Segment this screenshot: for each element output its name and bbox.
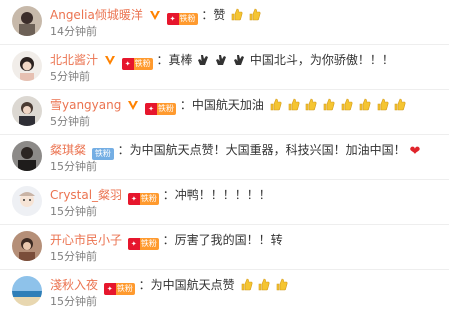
fan-badge: 铁粉 xyxy=(91,148,114,160)
thumbs-up-icon xyxy=(377,98,389,111)
fan-badge: ✦ 铁粉 xyxy=(166,13,198,25)
fan-badge: ✦ 铁粉 xyxy=(145,103,177,115)
username-link[interactable]: 雪yangyang xyxy=(50,98,121,112)
comment-item: 开心市民小子 ✦ 铁粉 ：厉害了我的国！！转 15分钟前 xyxy=(0,225,449,270)
comment-list: Angelia倾城暖洋 ✦铁粉 ：赞 14分钟前 北北酱汁 ✦铁粉 ：真棒 xyxy=(0,0,449,323)
username-link[interactable]: 淺秋入夜 xyxy=(50,278,98,292)
verified-v-icon xyxy=(149,11,160,20)
comment-text: ：赞 xyxy=(201,8,226,22)
comment-text: ：真棒 xyxy=(156,53,193,67)
thumbs-up-icon xyxy=(276,278,288,291)
verified-v-icon xyxy=(128,101,139,110)
username-link[interactable]: 粲琪粲 xyxy=(50,143,86,157)
thumbs-up-icon xyxy=(259,278,270,291)
verified-v-icon xyxy=(104,56,115,65)
username-link[interactable]: 北北酱汁 xyxy=(50,53,98,67)
fan-badge: ✦ 铁粉 xyxy=(127,193,159,205)
timestamp: 15分钟前 xyxy=(50,295,97,308)
comment-item: 淺秋入夜 ✦ 铁粉 ：为中国航天点赞 15分钟前 xyxy=(0,270,449,315)
comment-text: ：为中国航天点赞！大国重器，科技兴国！加油中国！ xyxy=(117,143,406,157)
badge-label: 铁粉 xyxy=(116,284,133,293)
timestamp: 5分钟前 xyxy=(50,115,90,128)
comment-text: ：中国航天加油 xyxy=(179,98,264,112)
avatar[interactable] xyxy=(12,186,42,216)
avatar[interactable] xyxy=(12,231,42,261)
comment-item: Crystal_粲羽 ✦ 铁粉 ：冲鸭！！！！！！ 15分钟前 xyxy=(0,180,449,225)
comment-item: Angelia倾城暖洋 ✦ 铁粉 ：赞 14分钟前 xyxy=(0,0,449,45)
comment-text: ：为中国航天点赞 xyxy=(138,278,235,292)
badge-level-icon: ✦ xyxy=(166,13,179,25)
thumbs-up-icon xyxy=(306,98,317,111)
badge-label: 铁粉 xyxy=(94,149,111,158)
badge-label: 铁粉 xyxy=(179,14,196,23)
thumbs-up-icon xyxy=(288,98,299,111)
comment-item: 北北酱汁 ✦ 铁粉 ：真棒 中国北斗，为你骄傲！！！ 5分钟前 xyxy=(0,45,449,90)
comment-text: ：冲鸭！！！！！！ xyxy=(162,188,271,202)
clap-icon xyxy=(234,55,244,65)
badge-label: 铁粉 xyxy=(134,59,151,68)
badge-label: 铁粉 xyxy=(158,104,175,113)
thumbs-up-icon xyxy=(341,98,353,111)
comment-text: ：厉害了我的国！！转 xyxy=(162,233,283,247)
badge-level-icon: ✦ xyxy=(103,283,116,295)
avatar[interactable] xyxy=(12,141,42,171)
fan-badge: ✦ 铁粉 xyxy=(121,58,153,70)
timestamp: 15分钟前 xyxy=(50,160,97,173)
emoji-group xyxy=(196,53,249,67)
badge-level-icon: ✦ xyxy=(145,103,158,115)
username-link[interactable]: 开心市民小子 xyxy=(50,233,122,247)
timestamp: 5分钟前 xyxy=(50,70,90,83)
timestamp: 15分钟前 xyxy=(50,250,97,263)
thumbs-up-icon xyxy=(241,278,252,291)
emoji-group xyxy=(239,278,289,292)
heart-icon: ❤ xyxy=(409,144,421,159)
thumbs-up-icon xyxy=(270,98,282,111)
emoji-group xyxy=(229,8,261,22)
clap-icon xyxy=(198,55,209,65)
comment-item: 粲琪粲 铁粉 ：为中国航天点赞！大国重器，科技兴国！加油中国！ ❤ 15分钟前 xyxy=(0,135,449,180)
thumbs-up-icon xyxy=(359,98,371,111)
avatar[interactable] xyxy=(12,51,42,81)
fan-badge: ✦ 铁粉 xyxy=(127,238,159,250)
thumbs-up-icon xyxy=(395,98,406,111)
thumbs-up-icon xyxy=(249,8,261,21)
clap-icon xyxy=(216,55,227,65)
username-link[interactable]: Crystal_粲羽 xyxy=(50,188,122,202)
thumbs-up-icon xyxy=(231,8,243,21)
thumbs-up-icon xyxy=(323,98,335,111)
badge-level-icon: ✦ xyxy=(127,193,140,205)
avatar[interactable] xyxy=(12,6,42,36)
username-link[interactable]: Angelia倾城暖洋 xyxy=(50,8,143,22)
fan-badge: ✦ 铁粉 xyxy=(103,283,135,295)
comment-text-tail: 中国北斗，为你骄傲！！！ xyxy=(249,53,394,67)
avatar[interactable] xyxy=(12,276,42,306)
badge-label: 铁粉 xyxy=(140,194,157,203)
avatar[interactable] xyxy=(12,96,42,126)
timestamp: 14分钟前 xyxy=(50,25,97,38)
timestamp: 15分钟前 xyxy=(50,205,97,218)
emoji-group xyxy=(268,98,407,112)
badge-level-icon: ✦ xyxy=(127,238,140,250)
badge-level-icon: ✦ xyxy=(121,58,134,70)
badge-label: 铁粉 xyxy=(140,239,157,248)
comment-item: 雪yangyang ✦ 铁粉 ：中国航天加油 5分钟前 xyxy=(0,90,449,135)
